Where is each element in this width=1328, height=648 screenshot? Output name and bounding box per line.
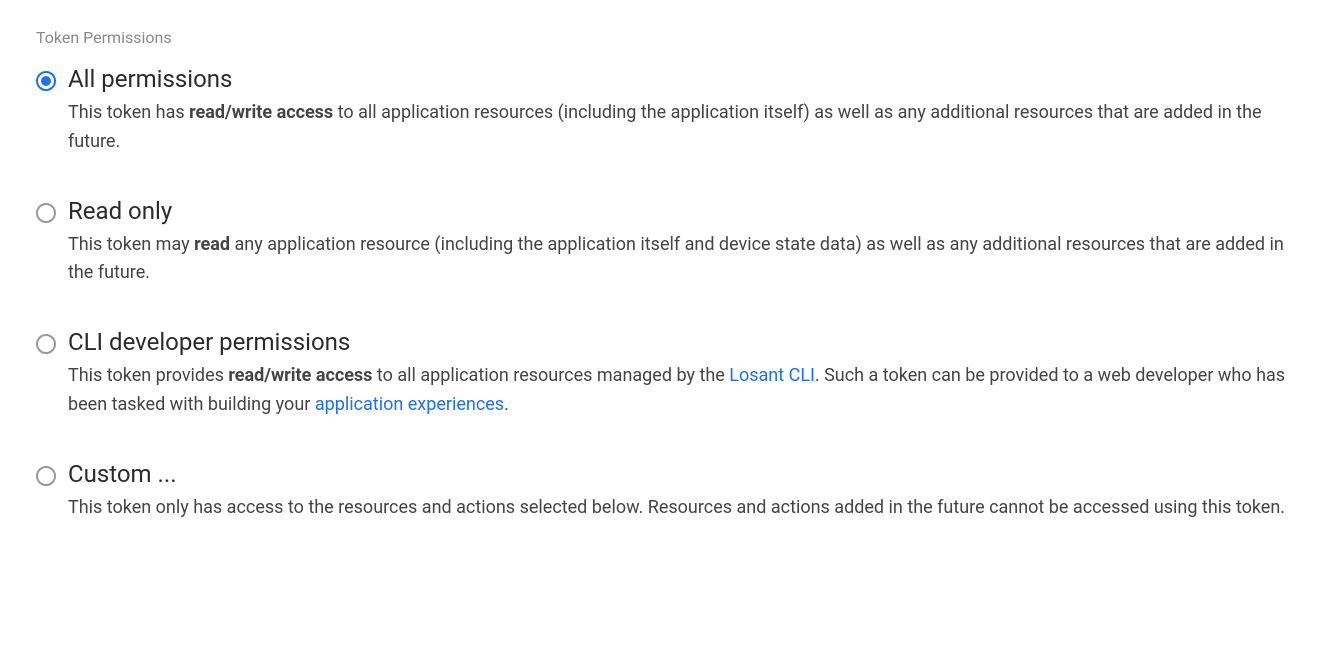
radio-cli-developer[interactable] bbox=[36, 334, 56, 354]
option-desc-custom: This token only has access to the resour… bbox=[68, 494, 1292, 523]
option-body: CLI developer permissions This token pro… bbox=[68, 328, 1292, 420]
option-all-permissions: All permissions This token has read/writ… bbox=[36, 65, 1292, 157]
option-custom: Custom ... This token only has access to… bbox=[36, 460, 1292, 523]
desc-text: This token provides bbox=[68, 365, 228, 386]
option-title-all[interactable]: All permissions bbox=[68, 65, 1292, 93]
desc-text: . bbox=[504, 394, 509, 415]
desc-text: This token only has access to the resour… bbox=[68, 497, 1285, 518]
radio-custom[interactable] bbox=[36, 466, 56, 486]
option-body: Read only This token may read any applic… bbox=[68, 197, 1292, 289]
option-read-only: Read only This token may read any applic… bbox=[36, 197, 1292, 289]
radio-read-only[interactable] bbox=[36, 203, 56, 223]
option-desc-cli: This token provides read/write access to… bbox=[68, 362, 1292, 420]
option-body: All permissions This token has read/writ… bbox=[68, 65, 1292, 157]
link-application-experiences[interactable]: application experiences bbox=[315, 394, 504, 415]
option-title-cli[interactable]: CLI developer permissions bbox=[68, 328, 1292, 356]
desc-text: any application resource (including the … bbox=[68, 234, 1284, 284]
option-desc-read: This token may read any application reso… bbox=[68, 231, 1292, 289]
desc-text: This token may bbox=[68, 234, 194, 255]
desc-text: to all application resources managed by … bbox=[372, 365, 729, 386]
desc-strong: read/write access bbox=[189, 102, 333, 123]
section-label: Token Permissions bbox=[36, 28, 1292, 47]
desc-strong: read/write access bbox=[228, 365, 372, 386]
desc-strong: read bbox=[194, 234, 230, 255]
option-cli-developer: CLI developer permissions This token pro… bbox=[36, 328, 1292, 420]
link-losant-cli[interactable]: Losant CLI bbox=[729, 365, 815, 386]
radio-all-permissions[interactable] bbox=[36, 71, 56, 91]
option-title-read[interactable]: Read only bbox=[68, 197, 1292, 225]
option-title-custom[interactable]: Custom ... bbox=[68, 460, 1292, 488]
token-permission-options: All permissions This token has read/writ… bbox=[36, 65, 1292, 523]
desc-text: This token has bbox=[68, 102, 189, 123]
option-body: Custom ... This token only has access to… bbox=[68, 460, 1292, 523]
option-desc-all: This token has read/write access to all … bbox=[68, 99, 1292, 157]
